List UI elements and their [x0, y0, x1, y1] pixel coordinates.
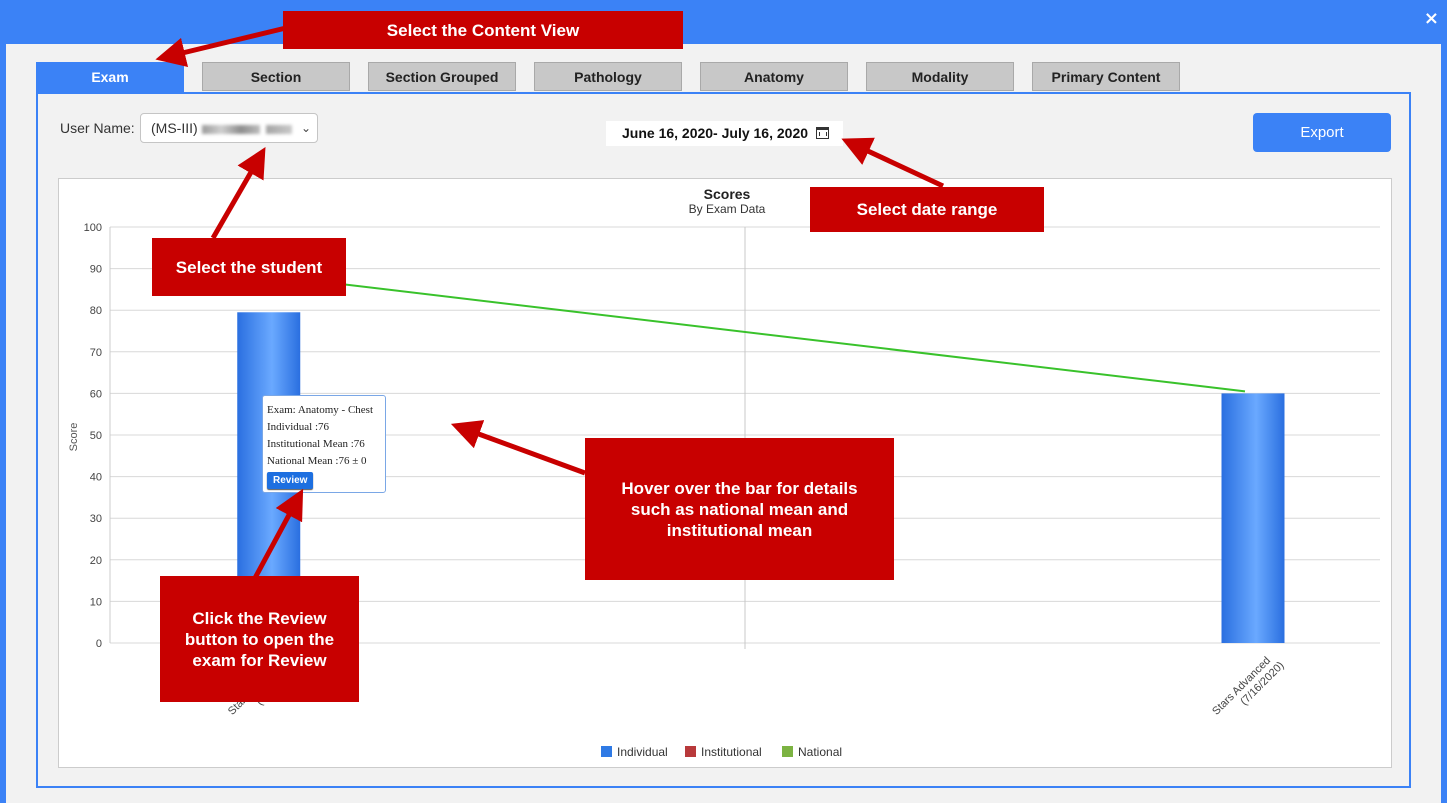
y-tick-label: 0 [96, 638, 102, 650]
y-tick-label: 20 [90, 555, 102, 567]
bar-individual [1221, 393, 1285, 643]
legend-label: National [798, 745, 843, 759]
review-button[interactable]: Review [267, 472, 314, 489]
legend-label: Individual [617, 745, 668, 759]
annotation-hover-bar: Hover over the bar for details such as n… [585, 438, 894, 580]
y-tick-label: 100 [84, 222, 102, 234]
legend-individual[interactable]: Individual [601, 745, 668, 759]
y-tick-label: 30 [90, 513, 102, 525]
tooltip-individual: Individual :76 [267, 421, 330, 433]
x-tick-label: Stars Advanced(7/16/2020) [1210, 655, 1286, 718]
annotation-review-button: Click the Review button to open the exam… [160, 576, 359, 702]
legend-institutional[interactable]: Institutional [685, 745, 762, 759]
y-tick-label: 60 [90, 388, 102, 400]
tooltip-institutional: Institutional Mean :76 [267, 438, 365, 450]
annotation-date-range: Select date range [810, 187, 1044, 232]
y-tick-label: 70 [90, 347, 102, 359]
legend-swatch [782, 746, 793, 757]
tooltip-national: National Mean :76 ± 0 [267, 455, 367, 467]
y-tick-label: 80 [90, 305, 102, 317]
national-mean-line [263, 273, 1246, 393]
legend-swatch [685, 746, 696, 757]
tooltip-exam: Exam: Anatomy - Chest [267, 404, 374, 416]
y-tick-label: 40 [90, 472, 102, 484]
legend-national[interactable]: National [782, 745, 842, 759]
y-axis-label: Score [68, 423, 80, 452]
legend-label: Institutional [701, 745, 762, 759]
y-tick-label: 90 [90, 264, 102, 276]
annotation-select-student: Select the student [152, 238, 346, 296]
y-tick-label: 50 [90, 430, 102, 442]
y-tick-label: 10 [90, 596, 102, 608]
bar-tooltip: Exam: Anatomy - Chest Individual :76 Ins… [262, 395, 386, 493]
annotation-content-view: Select the Content View [283, 11, 683, 49]
legend-swatch [601, 746, 612, 757]
